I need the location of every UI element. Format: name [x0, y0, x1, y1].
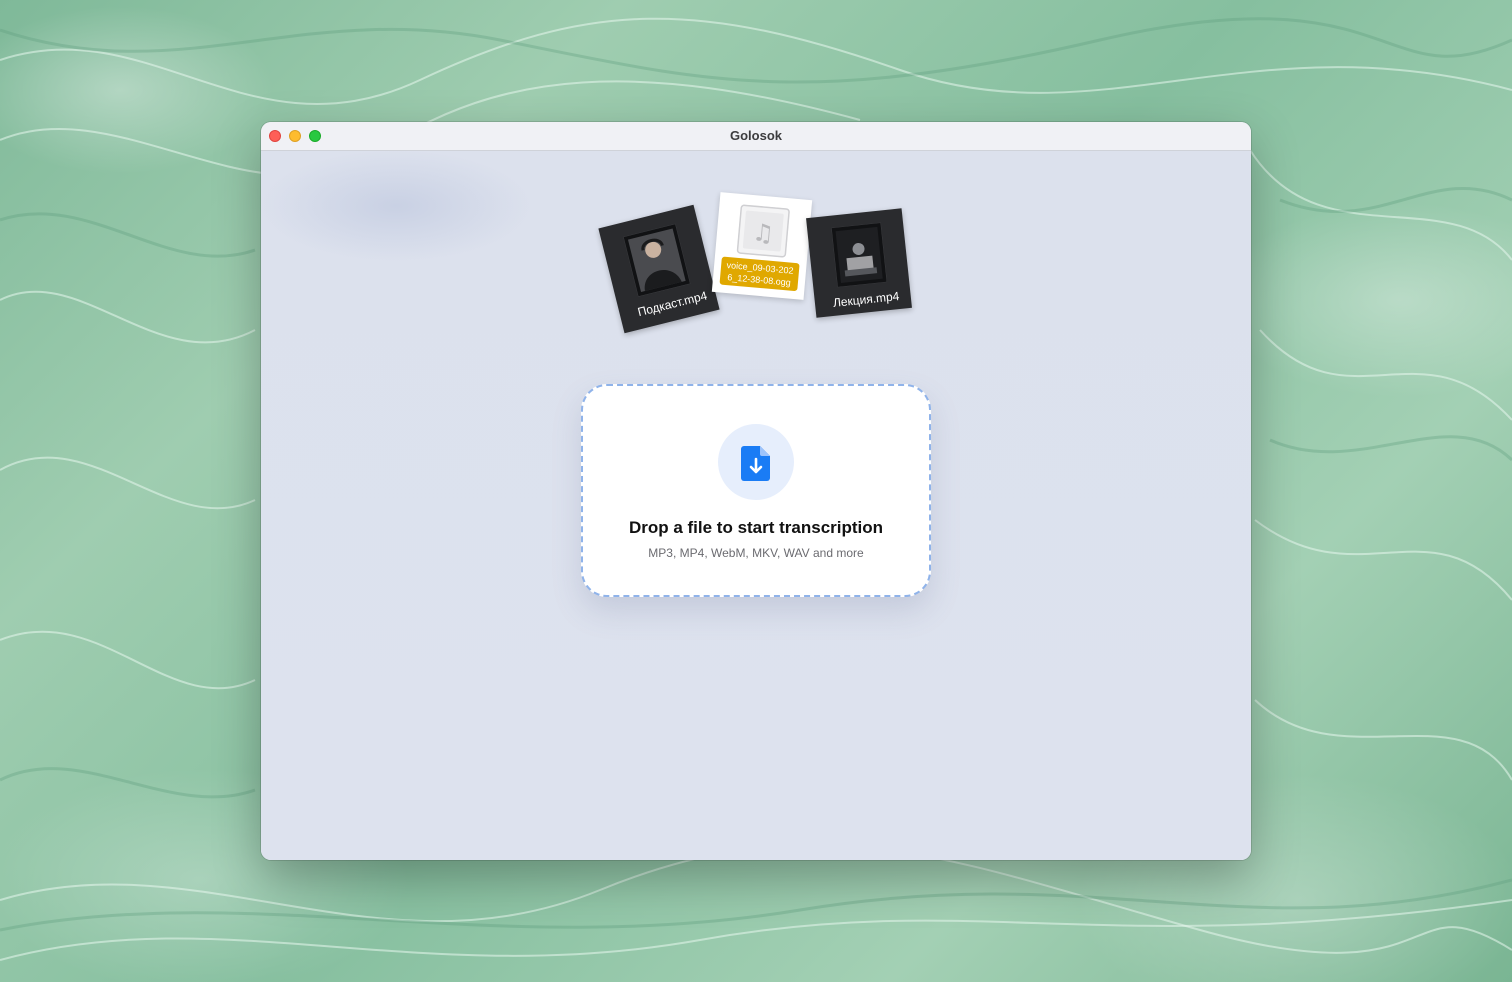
drop-zone-title: Drop a file to start transcription: [628, 518, 884, 537]
title-bar[interactable]: Golosok: [261, 122, 1251, 151]
dragged-file-voice[interactable]: ♫ voice_09-03-202 6_12-38-08.ogg: [711, 192, 813, 300]
svg-text:♫: ♫: [751, 218, 775, 248]
app-window: Golosok Подкаст.mp4 ♫ voice_09-03-202 6_…: [261, 122, 1251, 860]
desktop-wallpaper: Golosok Подкаст.mp4 ♫ voice_09-03-202 6_…: [0, 0, 1512, 982]
video-thumbnail-icon: [831, 222, 888, 288]
drop-zone-subtitle: MP3, MP4, WebM, MKV, WAV and more: [648, 546, 864, 560]
file-name-voice-badge: voice_09-03-202 6_12-38-08.ogg: [719, 256, 800, 292]
document-download-icon: [741, 446, 770, 481]
main-content[interactable]: Подкаст.mp4 ♫ voice_09-03-202 6_12-38-08…: [261, 151, 1251, 860]
audio-file-icon: ♫: [736, 204, 790, 258]
window-title: Golosok: [729, 128, 782, 143]
dragged-file-lecture[interactable]: Лекция.mp4: [806, 208, 912, 318]
video-thumbnail-icon: [623, 223, 691, 297]
file-name-lecture: Лекция.mp4: [832, 289, 900, 310]
dragged-file-podcast[interactable]: Подкаст.mp4: [598, 204, 720, 334]
drop-zone[interactable]: Drop a file to start transcription MP3, …: [581, 384, 931, 597]
drop-icon-circle: [718, 424, 794, 500]
